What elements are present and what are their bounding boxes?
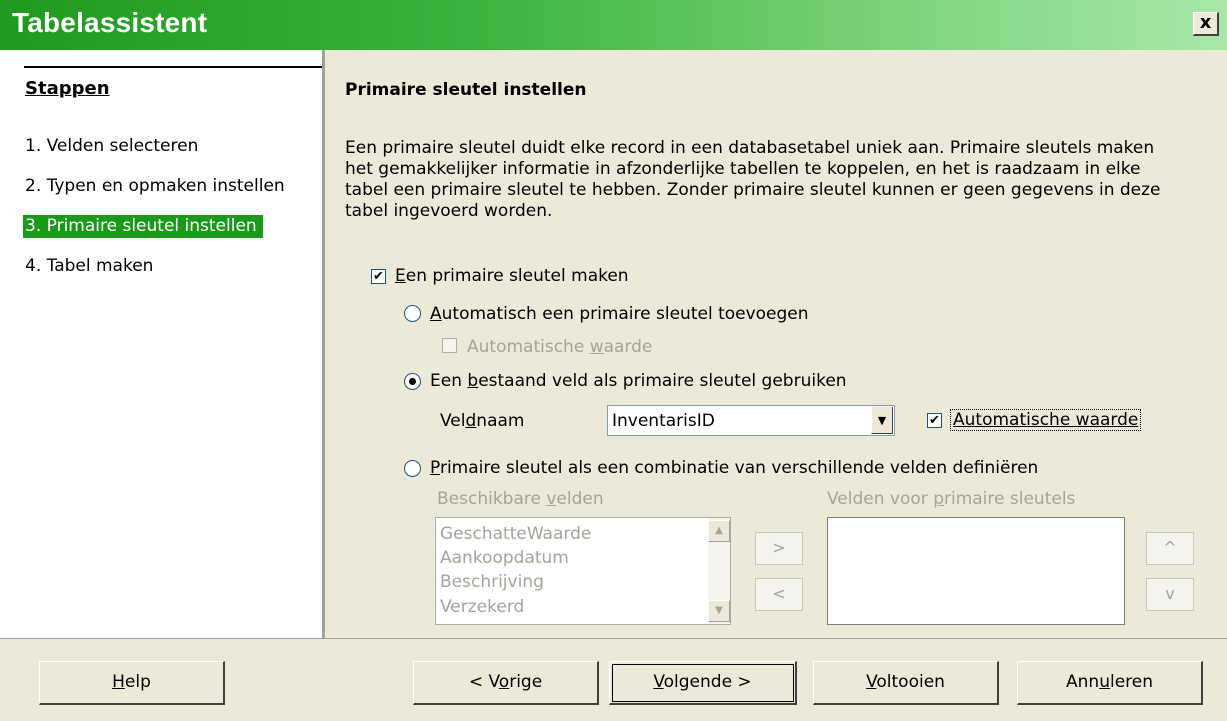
list-item[interactable]: GeschatteWaarde xyxy=(440,524,591,544)
create-pk-checkbox[interactable]: ✔ xyxy=(371,269,386,284)
cancel-button[interactable]: Annuleren xyxy=(1017,661,1203,705)
button-bar: Help < Vorige Volgende > Voltooien Annul… xyxy=(0,638,1227,721)
auto-value-label-disabled: Automatische waarde xyxy=(467,337,653,357)
auto-pk-radio[interactable] xyxy=(404,305,421,322)
combination-pk-radio[interactable] xyxy=(404,460,421,477)
step-create-table[interactable]: 4. Tabel maken xyxy=(25,256,153,276)
checkmark-icon: ✔ xyxy=(373,269,384,284)
sidebar-divider xyxy=(24,66,322,68)
move-up-button[interactable]: ^ xyxy=(1146,532,1194,565)
step-set-types[interactable]: 2. Typen en opmaken instellen xyxy=(25,176,285,196)
window-title: Tabelassistent xyxy=(12,7,208,38)
help-button[interactable]: Help xyxy=(39,661,225,705)
list-item[interactable]: Beschrijving xyxy=(440,572,544,592)
move-left-button[interactable]: < xyxy=(755,578,803,611)
fieldname-label: Veldnaam xyxy=(440,411,525,431)
move-right-button[interactable]: > xyxy=(755,532,803,565)
scroll-down-icon[interactable]: ▼ xyxy=(708,600,730,622)
finish-button[interactable]: Voltooien xyxy=(813,661,999,705)
steps-heading: Stappen xyxy=(25,78,110,99)
existing-field-label[interactable]: Een bestaand veld als primaire sleutel g… xyxy=(430,371,847,391)
title-bar: Tabelassistent x xyxy=(0,0,1227,50)
existing-field-radio[interactable] xyxy=(404,373,421,390)
available-fields-list[interactable]: GeschatteWaarde Aankoopdatum Beschrijvin… xyxy=(435,517,731,625)
move-down-button[interactable]: v xyxy=(1146,578,1194,611)
step-set-primary-key[interactable]: 3. Primaire sleutel instellen xyxy=(23,215,263,238)
steps-sidebar: Stappen 1. Velden selecteren 2. Typen en… xyxy=(0,50,325,638)
list-item[interactable]: Aankoopdatum xyxy=(440,548,569,568)
page-description: Een primaire sleutel duidt elke record i… xyxy=(345,138,1161,221)
fieldname-value: InventarisID xyxy=(612,411,715,431)
chevron-down-icon[interactable]: ▼ xyxy=(871,407,893,434)
pk-fields-label: Velden voor primaire sleutels xyxy=(827,489,1076,509)
available-fields-label: Beschikbare velden xyxy=(437,489,604,509)
auto-value-checkbox-disabled xyxy=(442,338,457,353)
back-button[interactable]: < Vorige xyxy=(413,661,599,705)
checkmark-icon: ✔ xyxy=(929,413,940,428)
pk-fields-list[interactable] xyxy=(827,517,1125,625)
auto-value-checkbox[interactable]: ✔ xyxy=(927,413,942,428)
combination-pk-label[interactable]: Primaire sleutel als een combinatie van … xyxy=(430,458,1038,478)
scroll-up-icon[interactable]: ▲ xyxy=(708,520,730,542)
step-select-fields[interactable]: 1. Velden selecteren xyxy=(25,136,198,156)
create-pk-label[interactable]: Een primaire sleutel maken xyxy=(395,266,629,286)
main-panel: Primaire sleutel instellen Een primaire … xyxy=(325,50,1227,638)
auto-pk-label[interactable]: Automatisch een primaire sleutel toevoeg… xyxy=(430,304,809,324)
scrollbar[interactable]: ▲ ▼ xyxy=(708,518,730,624)
next-button[interactable]: Volgende > xyxy=(609,661,797,705)
close-button[interactable]: x xyxy=(1193,12,1219,36)
auto-value-label[interactable]: Automatische waarde xyxy=(950,409,1142,431)
list-item[interactable]: Verzekerd xyxy=(440,597,524,617)
page-title: Primaire sleutel instellen xyxy=(345,80,587,100)
fieldname-dropdown[interactable]: InventarisID ▼ xyxy=(607,405,895,436)
